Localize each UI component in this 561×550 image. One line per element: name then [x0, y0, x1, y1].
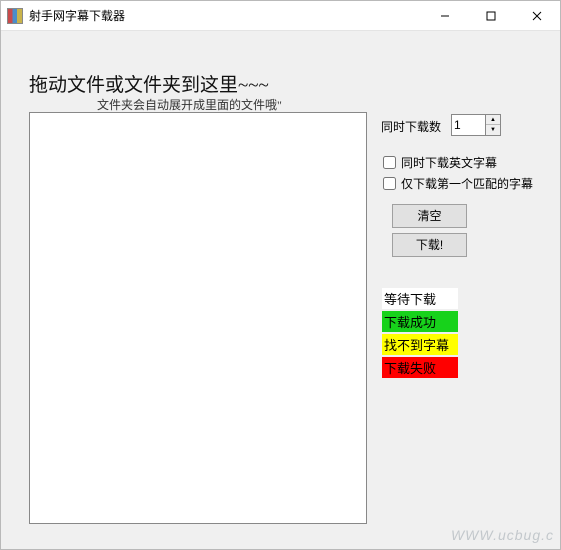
concurrent-stepper[interactable]: ▲ ▼	[451, 114, 501, 136]
file-drop-area[interactable]	[29, 112, 367, 524]
window-title: 射手网字幕下载器	[29, 7, 125, 24]
app-icon	[7, 8, 23, 24]
clear-button[interactable]: 清空	[392, 204, 467, 228]
legend-success: 下载成功	[382, 311, 458, 332]
legend-not-found: 找不到字幕	[382, 334, 458, 355]
maximize-icon	[486, 11, 496, 21]
stepper-buttons: ▲ ▼	[485, 114, 501, 136]
download-button[interactable]: 下载!	[392, 233, 467, 257]
titlebar: 射手网字幕下载器	[1, 1, 560, 31]
close-button[interactable]	[514, 1, 560, 31]
dropzone-title: 拖动文件或文件夹到这里~~~	[29, 70, 269, 97]
checkbox-first-match[interactable]: 仅下载第一个匹配的字幕	[383, 175, 533, 192]
minimize-button[interactable]	[422, 1, 468, 31]
legend-waiting: 等待下载	[382, 288, 458, 309]
minimize-icon	[440, 11, 450, 21]
legend-failed: 下载失败	[382, 357, 458, 378]
checkbox-english-subtitle[interactable]: 同时下载英文字幕	[383, 154, 497, 171]
stepper-up-button[interactable]: ▲	[486, 115, 500, 125]
checkbox-english-input[interactable]	[383, 156, 396, 169]
dropzone-subtitle: 文件夹会自动展开成里面的文件哦"	[97, 96, 282, 113]
concurrent-input[interactable]	[451, 114, 485, 136]
client-area: 拖动文件或文件夹到这里~~~ 文件夹会自动展开成里面的文件哦" 同时下载数 ▲ …	[1, 32, 560, 549]
checkbox-first-match-input[interactable]	[383, 177, 396, 190]
maximize-button[interactable]	[468, 1, 514, 31]
app-window: 射手网字幕下载器 拖动文件或文件夹到这里~~~ 文件夹会自动展开成里面的文件哦"…	[0, 0, 561, 550]
checkbox-first-match-label: 仅下载第一个匹配的字幕	[401, 175, 533, 192]
close-icon	[532, 11, 542, 21]
stepper-down-button[interactable]: ▼	[486, 125, 500, 135]
checkbox-english-label: 同时下载英文字幕	[401, 154, 497, 171]
concurrent-label: 同时下载数	[381, 118, 441, 135]
